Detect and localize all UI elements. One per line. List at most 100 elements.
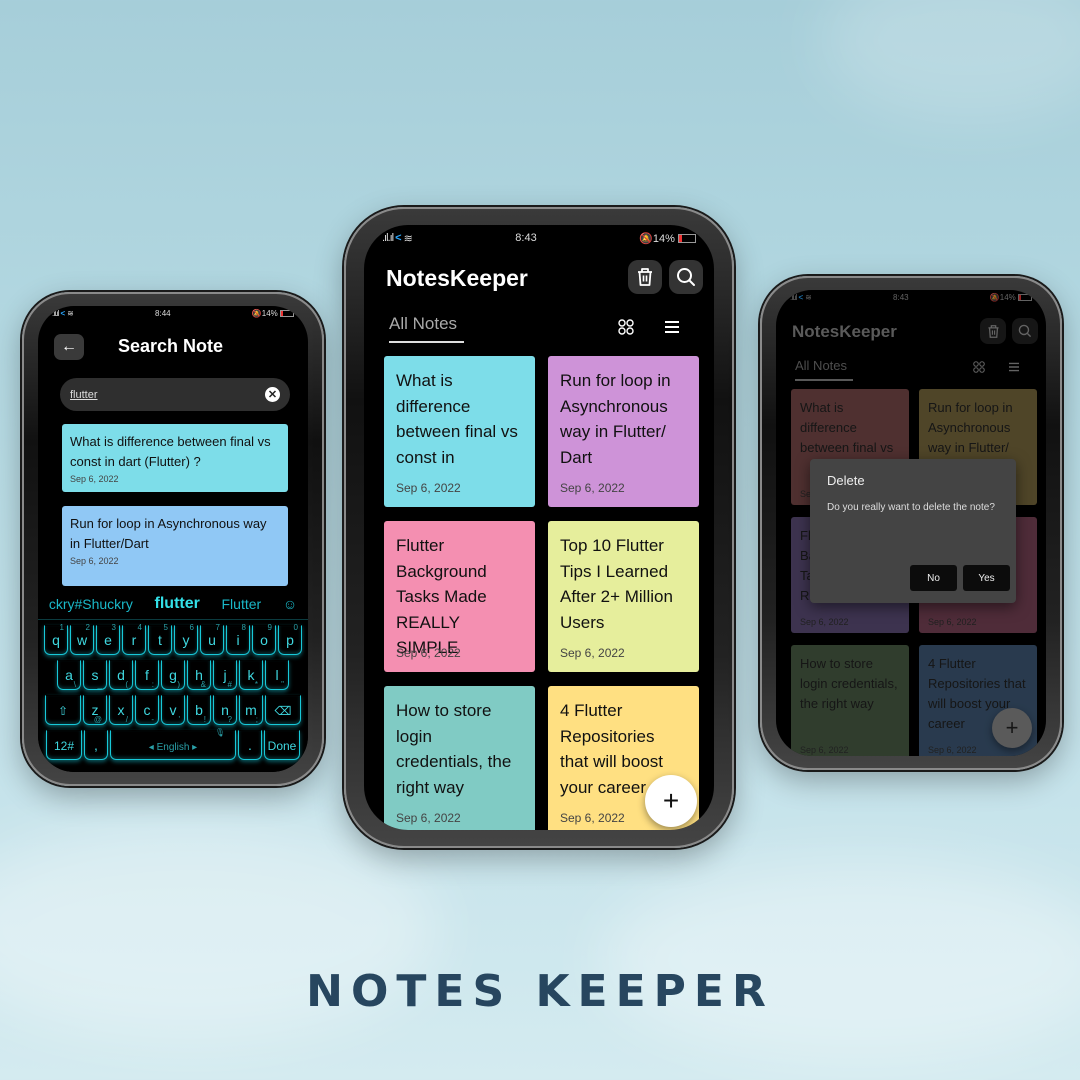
key-symbol-hint: ) bbox=[177, 680, 180, 689]
key-v[interactable]: v ' bbox=[161, 695, 185, 725]
key-s[interactable]: s _ bbox=[83, 660, 107, 690]
suggestion-item[interactable]: flutter bbox=[155, 595, 200, 613]
key-b[interactable]: b! bbox=[187, 695, 211, 725]
yes-button[interactable]: Yes bbox=[963, 565, 1010, 591]
microphone-icon: 🎙 bbox=[214, 728, 225, 737]
key-a[interactable]: a \ bbox=[57, 660, 81, 690]
key-symbol-hint: : bbox=[151, 680, 154, 689]
key-label: c bbox=[143, 702, 151, 718]
note-card[interactable]: Top 10 Flutter Tips I Learned After 2+ M… bbox=[548, 521, 699, 672]
key-m[interactable]: m; bbox=[239, 695, 263, 725]
tab-all-notes[interactable]: All Notes bbox=[389, 314, 457, 334]
note-title: Flutter Background Tasks Made REALLY SIM… bbox=[396, 536, 487, 657]
plus-icon: + bbox=[662, 785, 680, 816]
key-f[interactable]: f: bbox=[135, 660, 159, 690]
battery-icon bbox=[678, 234, 696, 244]
add-note-button[interactable]: + bbox=[645, 775, 697, 827]
trash-icon bbox=[638, 268, 652, 286]
key-symbol-hint: ' bbox=[178, 715, 180, 724]
clear-circle-icon[interactable]: ✕ bbox=[265, 387, 280, 402]
key-q[interactable]: q1 bbox=[44, 623, 68, 655]
comma-key[interactable]: , bbox=[84, 730, 108, 760]
key-j[interactable]: j # bbox=[213, 660, 237, 690]
key-o[interactable]: o9 bbox=[252, 623, 276, 655]
key-symbol-hint: \ bbox=[73, 680, 76, 689]
note-card[interactable]: Run for loop in Asynchronous way in Flut… bbox=[548, 356, 699, 507]
note-title: What is difference between final vs cons… bbox=[70, 434, 271, 469]
no-button[interactable]: No bbox=[910, 565, 957, 591]
grid-view-button[interactable] bbox=[616, 317, 636, 337]
key-h[interactable]: h & bbox=[187, 660, 211, 690]
backspace-key[interactable]: ⌫ bbox=[265, 695, 301, 725]
note-title: What is difference between final vs cons… bbox=[396, 371, 518, 467]
key-number-hint: 8 bbox=[241, 623, 246, 632]
key-e[interactable]: e3 bbox=[96, 623, 120, 655]
key-symbol-hint: & bbox=[200, 680, 206, 689]
key-w[interactable]: w2 bbox=[70, 623, 94, 655]
key-label: v bbox=[169, 702, 177, 718]
key-p[interactable]: p0 bbox=[278, 623, 302, 655]
key-l[interactable]: l " bbox=[265, 660, 289, 690]
key-y[interactable]: y6 bbox=[174, 623, 198, 655]
note-card[interactable]: What is difference between final vs cons… bbox=[384, 356, 535, 507]
battery-percent: 14% bbox=[652, 232, 675, 245]
note-date: Sep 6, 2022 bbox=[560, 646, 625, 660]
key-symbol-hint: / bbox=[125, 715, 128, 724]
key-x[interactable]: x / bbox=[109, 695, 133, 725]
key-number-hint: 1 bbox=[59, 623, 64, 632]
status-bar: .ıl.ıl < ≋ 8:43 🔕14% bbox=[364, 227, 714, 249]
suggestion-item[interactable]: ckry#Shuckry bbox=[49, 596, 133, 612]
key-c[interactable]: c- bbox=[135, 695, 159, 725]
search-button[interactable] bbox=[669, 260, 703, 294]
key-g[interactable]: g) bbox=[161, 660, 185, 690]
list-view-button[interactable] bbox=[662, 317, 682, 337]
search-field[interactable]: ✕ bbox=[60, 378, 290, 411]
suggestion-bar: ckry#Shuckry flutter Flutter ☺ bbox=[38, 588, 308, 620]
search-result-card[interactable]: Run for loop in Asynchronous way in Flut… bbox=[62, 506, 288, 586]
keyboard-row: a \ s _ d(f: g) h & j # k * l " bbox=[38, 660, 308, 690]
dialog-message: Do you really want to delete the note? bbox=[827, 502, 995, 513]
screen: .ıl.ıl<≋ 8:44 🔕14% ← Search Note ✕ What … bbox=[38, 306, 308, 772]
note-title: Run for loop in Asynchronous way in Flut… bbox=[70, 516, 267, 551]
key-number-hint: 9 bbox=[267, 623, 272, 632]
suggestion-item[interactable]: Flutter bbox=[222, 596, 262, 612]
key-label: b bbox=[195, 702, 203, 718]
note-date: Sep 6, 2022 bbox=[560, 481, 625, 495]
key-symbol-hint: # bbox=[227, 680, 232, 689]
grid-view-icon bbox=[618, 319, 634, 335]
done-key[interactable]: Done bbox=[264, 730, 300, 760]
note-card[interactable]: Flutter Background Tasks Made REALLY SIM… bbox=[384, 521, 535, 672]
signal-icons: .ıl.ıl < ≋ bbox=[52, 308, 74, 318]
back-button[interactable]: ← bbox=[54, 334, 84, 360]
search-result-card[interactable]: What is difference between final vs cons… bbox=[62, 424, 288, 492]
space-key[interactable]: ◂ English ▸ 🎙 bbox=[110, 728, 236, 760]
phone-notes-list-screen: .ıl.ıl < ≋ 8:43 🔕14% NotesKeeper All Notes… bbox=[344, 207, 734, 848]
key-symbol-hint: _ bbox=[97, 680, 102, 689]
key-t[interactable]: t5 bbox=[148, 623, 172, 655]
key-label: y bbox=[182, 632, 190, 648]
key-label: e bbox=[104, 632, 112, 648]
key-i[interactable]: i8 bbox=[226, 623, 250, 655]
key-n[interactable]: n? bbox=[213, 695, 237, 725]
key-k[interactable]: k * bbox=[239, 660, 263, 690]
background-cloud bbox=[600, 860, 1080, 1060]
delete-all-button[interactable] bbox=[628, 260, 662, 294]
key-d[interactable]: d( bbox=[109, 660, 133, 690]
note-title: How to store login credentials, the righ… bbox=[396, 701, 512, 797]
signal-icons: .ıl.ıl < ≋ bbox=[382, 232, 413, 245]
key-label: w bbox=[76, 632, 88, 648]
brand-title: NOTES KEEPER bbox=[306, 966, 774, 1017]
note-date: Sep 6, 2022 bbox=[70, 474, 119, 484]
key-u[interactable]: u7 bbox=[200, 623, 224, 655]
dialog-title: Delete bbox=[827, 473, 865, 488]
key-r[interactable]: r4 bbox=[122, 623, 146, 655]
shift-key[interactable]: ⇧ bbox=[45, 695, 81, 725]
key-label: t bbox=[158, 632, 162, 648]
key-z[interactable]: z @ bbox=[83, 695, 107, 725]
period-key[interactable]: . bbox=[238, 730, 262, 760]
key-symbol-hint: ( bbox=[125, 680, 128, 689]
note-card[interactable]: How to store login credentials, the righ… bbox=[384, 686, 535, 830]
search-input[interactable] bbox=[70, 388, 265, 401]
smiley-icon[interactable]: ☺ bbox=[283, 596, 297, 612]
symbols-key[interactable]: 12# bbox=[46, 730, 82, 760]
